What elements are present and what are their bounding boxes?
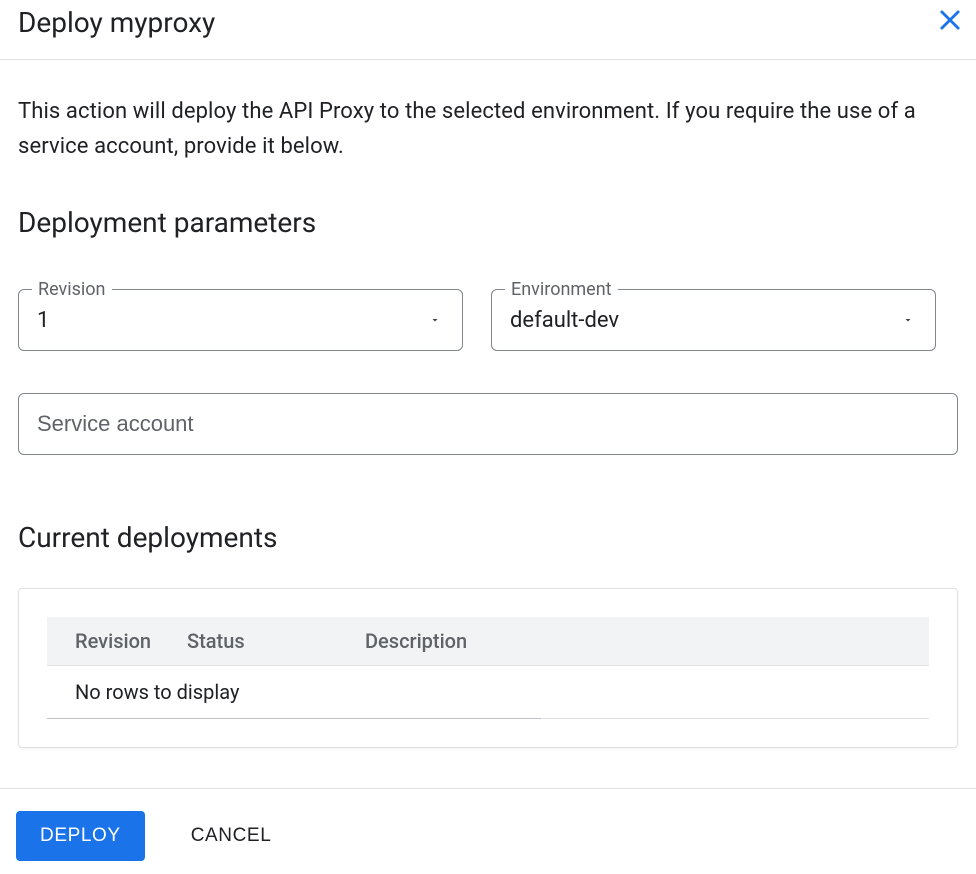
close-icon: [936, 6, 964, 34]
service-account-input[interactable]: [18, 393, 958, 455]
caret-down-icon: [426, 314, 444, 326]
current-deployments-heading: Current deployments: [18, 521, 958, 554]
revision-select[interactable]: Revision 1: [18, 289, 463, 351]
dialog-title: Deploy myproxy: [18, 6, 215, 39]
revision-value: 1: [37, 308, 49, 333]
deploy-dialog: Deploy myproxy This action will deploy t…: [0, 0, 976, 869]
table-empty-row: No rows to display: [47, 666, 929, 719]
deployments-card: Revision Status Description No rows to d…: [18, 588, 958, 748]
dialog-footer: DEPLOY CANCEL: [0, 788, 976, 869]
col-status: Status: [187, 629, 307, 653]
col-description: Description: [307, 629, 929, 653]
environment-label: Environment: [505, 279, 618, 300]
table-header: Revision Status Description: [47, 617, 929, 666]
service-account-field: [18, 393, 958, 455]
environment-value: default-dev: [510, 308, 619, 333]
dialog-header: Deploy myproxy: [0, 0, 976, 60]
dialog-description: This action will deploy the API Proxy to…: [18, 94, 958, 164]
parameters-row: Revision 1 Environment default-dev: [18, 289, 958, 351]
deploy-button[interactable]: DEPLOY: [16, 811, 145, 861]
environment-select[interactable]: Environment default-dev: [491, 289, 936, 351]
dialog-content: This action will deploy the API Proxy to…: [0, 94, 976, 748]
deployments-table: Revision Status Description No rows to d…: [47, 617, 929, 719]
revision-label: Revision: [32, 279, 112, 300]
col-revision: Revision: [47, 629, 187, 653]
caret-down-icon: [899, 314, 917, 326]
deployment-parameters-heading: Deployment parameters: [18, 206, 958, 239]
close-button[interactable]: [936, 6, 964, 34]
cancel-button[interactable]: CANCEL: [187, 811, 276, 861]
